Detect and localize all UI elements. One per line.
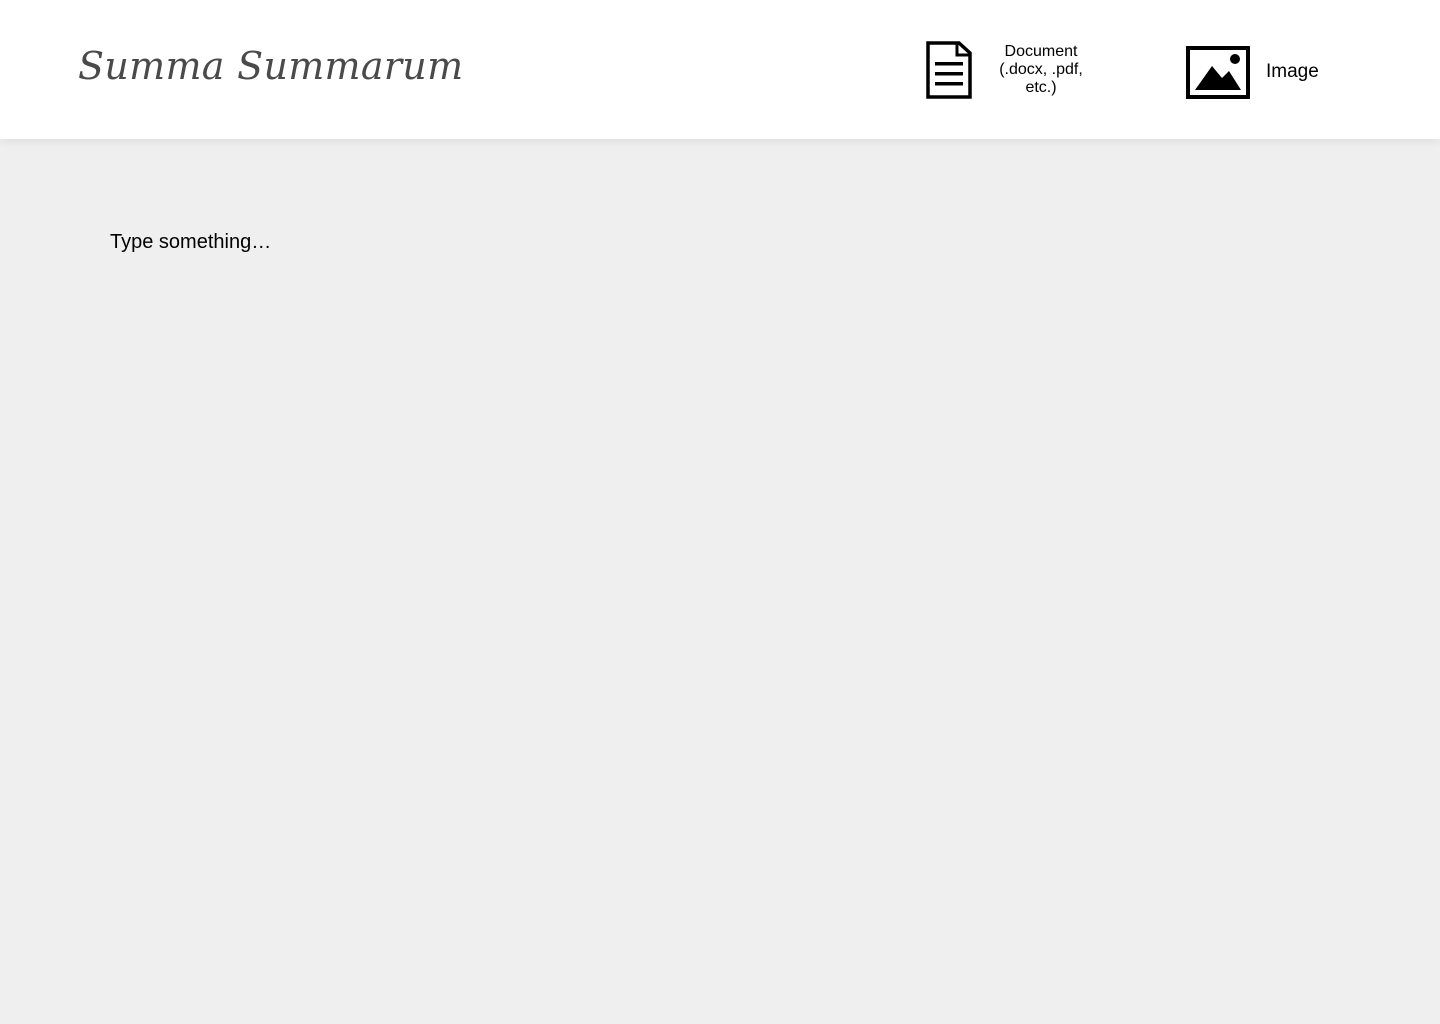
document-icon: [926, 41, 972, 99]
app-logo-title: Summa Summarum: [78, 44, 464, 88]
upload-image-label: Image: [1266, 61, 1319, 82]
app-header: Summa Summarum Document (.docx, .pdf, et…: [0, 0, 1440, 139]
upload-document-label: Document (.docx, .pdf, etc.): [999, 43, 1083, 96]
image-icon: [1186, 45, 1250, 99]
upload-document-button[interactable]: Document (.docx, .pdf, etc.): [926, 40, 1086, 100]
text-input-area[interactable]: [110, 230, 1330, 970]
upload-image-button[interactable]: Image: [1186, 45, 1319, 99]
